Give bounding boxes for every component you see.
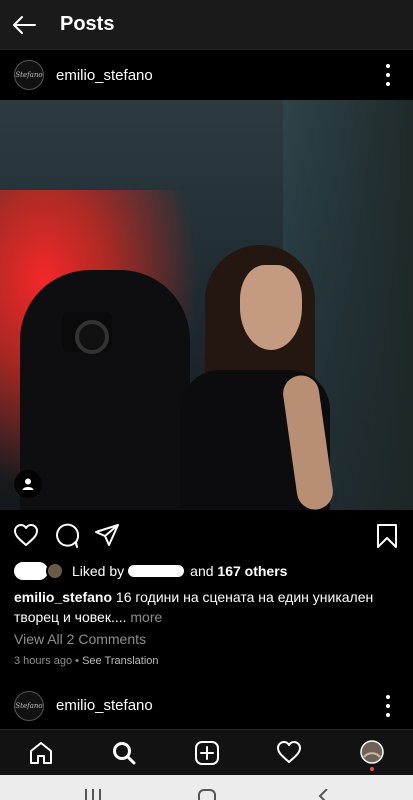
- page-title: Posts: [60, 13, 115, 35]
- see-translation-link[interactable]: See Translation: [82, 655, 158, 667]
- avatar-logo: Stefano: [15, 71, 43, 79]
- more-vertical-icon: [386, 64, 390, 68]
- avatar[interactable]: Stefano: [14, 60, 44, 90]
- avatar-logo: Stefano: [15, 701, 43, 710]
- profile-avatar-icon[interactable]: [360, 740, 384, 764]
- avatar: [46, 562, 64, 580]
- back-button[interactable]: [0, 0, 48, 50]
- comment-icon[interactable]: [54, 523, 80, 549]
- caption-username[interactable]: emilio_stefano: [14, 589, 112, 605]
- arrow-left-icon: [13, 15, 36, 34]
- back-nav-icon[interactable]: [316, 789, 330, 800]
- redacted-username[interactable]: [128, 565, 185, 577]
- next-post-header: Stefano emilio_stefano: [0, 683, 413, 728]
- post-username[interactable]: emilio_stefano: [56, 697, 153, 714]
- send-icon[interactable]: [94, 523, 120, 547]
- post-username[interactable]: emilio_stefano: [56, 67, 153, 84]
- and-label: and: [190, 563, 214, 579]
- top-bar: Posts: [0, 0, 413, 50]
- home-button-icon[interactable]: [198, 789, 216, 800]
- separator: •: [75, 655, 80, 667]
- post-timestamp: 3 hours ago: [14, 655, 73, 667]
- post-header: Stefano emilio_stefano: [0, 50, 413, 100]
- person-icon: [22, 478, 34, 490]
- likes-row[interactable]: Liked by and 167 others: [14, 560, 287, 582]
- recent-apps-icon[interactable]: [84, 789, 102, 800]
- tagged-people-button[interactable]: [14, 470, 42, 498]
- more-options-button[interactable]: [383, 64, 393, 86]
- home-icon[interactable]: [28, 740, 54, 766]
- search-icon[interactable]: [111, 740, 137, 766]
- bookmark-icon[interactable]: [376, 523, 398, 549]
- post-photo[interactable]: [0, 100, 413, 510]
- add-post-icon[interactable]: [194, 740, 220, 766]
- heart-icon[interactable]: [276, 740, 302, 764]
- avatar[interactable]: Stefano: [14, 690, 44, 721]
- caption-more-link[interactable]: more: [130, 609, 162, 625]
- more-options-button[interactable]: [383, 695, 393, 717]
- liker-avatars: [14, 560, 66, 582]
- liked-by-label: Liked by: [72, 563, 125, 579]
- system-navigation-bar: [0, 775, 413, 800]
- notification-dot: [370, 767, 374, 771]
- heart-icon[interactable]: [13, 523, 39, 547]
- others-count[interactable]: 167 others: [217, 563, 287, 579]
- post-meta: 3 hours ago • See Translation: [14, 655, 159, 667]
- photographer-figure: [20, 270, 190, 510]
- post-caption: emilio_stefano 16 години на сцената на е…: [14, 587, 404, 627]
- bottom-navigation: [0, 729, 413, 775]
- post-actions: [0, 519, 413, 555]
- more-vertical-icon: [386, 695, 390, 699]
- view-comments-link[interactable]: View All 2 Comments: [14, 631, 146, 647]
